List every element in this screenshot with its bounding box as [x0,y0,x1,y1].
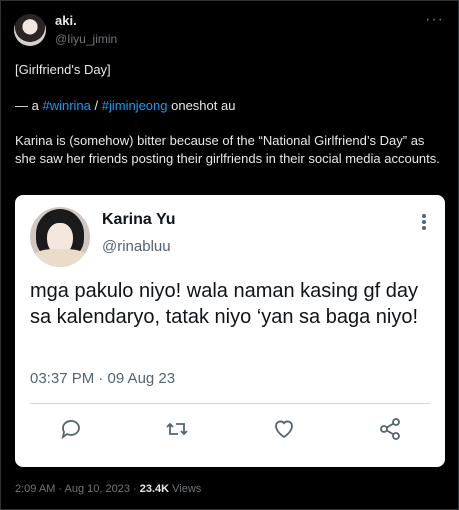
user-handle[interactable]: @Iiyu_jimin [55,32,117,46]
reply-icon[interactable] [59,417,83,441]
quoted-tweet-card[interactable]: Karina Yu @rinabluu mga pakulo niyo! wal… [15,195,445,467]
quoted-avatar[interactable] [30,207,90,267]
share-icon[interactable] [378,417,402,441]
retweet-icon[interactable] [165,417,189,441]
views-label: Views [169,483,202,495]
tweet-post: aki. @Iiyu_jimin ··· [Girlfriend's Day] … [0,0,459,510]
post-body: Karina is (somehow) bitter because of th… [15,133,440,166]
subtitle-prefix: — a [15,98,43,113]
avatar[interactable] [14,14,46,46]
post-subtitle: — a #winrina / #jiminjeong oneshot au [15,97,235,115]
quoted-display-name[interactable]: Karina Yu [102,211,176,229]
slash-separator: / [90,98,102,113]
post-timestamp[interactable]: 2:09 AM · Aug 10, 2023 · [15,483,140,495]
display-name[interactable]: aki. [55,13,77,28]
like-icon[interactable] [272,417,296,441]
hashtag-winrina[interactable]: #winrina [42,98,90,113]
vertical-dots-icon[interactable] [421,213,427,231]
views-count: 23.4K [139,483,170,495]
quoted-timestamp: 03:37 PM · 09 Aug 23 [30,370,176,387]
post-metadata: 2:09 AM · Aug 10, 2023 · 23.4K Views [15,483,201,495]
quoted-text: mga pakulo niyo! wala naman kasing gf da… [30,280,419,328]
divider [30,403,430,404]
more-options-icon[interactable]: ··· [425,11,444,29]
quoted-handle[interactable]: @rinabluu [102,238,171,255]
subtitle-suffix: oneshot au [167,98,236,113]
post-title: [Girlfriend's Day] [15,62,111,77]
hashtag-jiminjeong[interactable]: #jiminjeong [102,98,168,113]
